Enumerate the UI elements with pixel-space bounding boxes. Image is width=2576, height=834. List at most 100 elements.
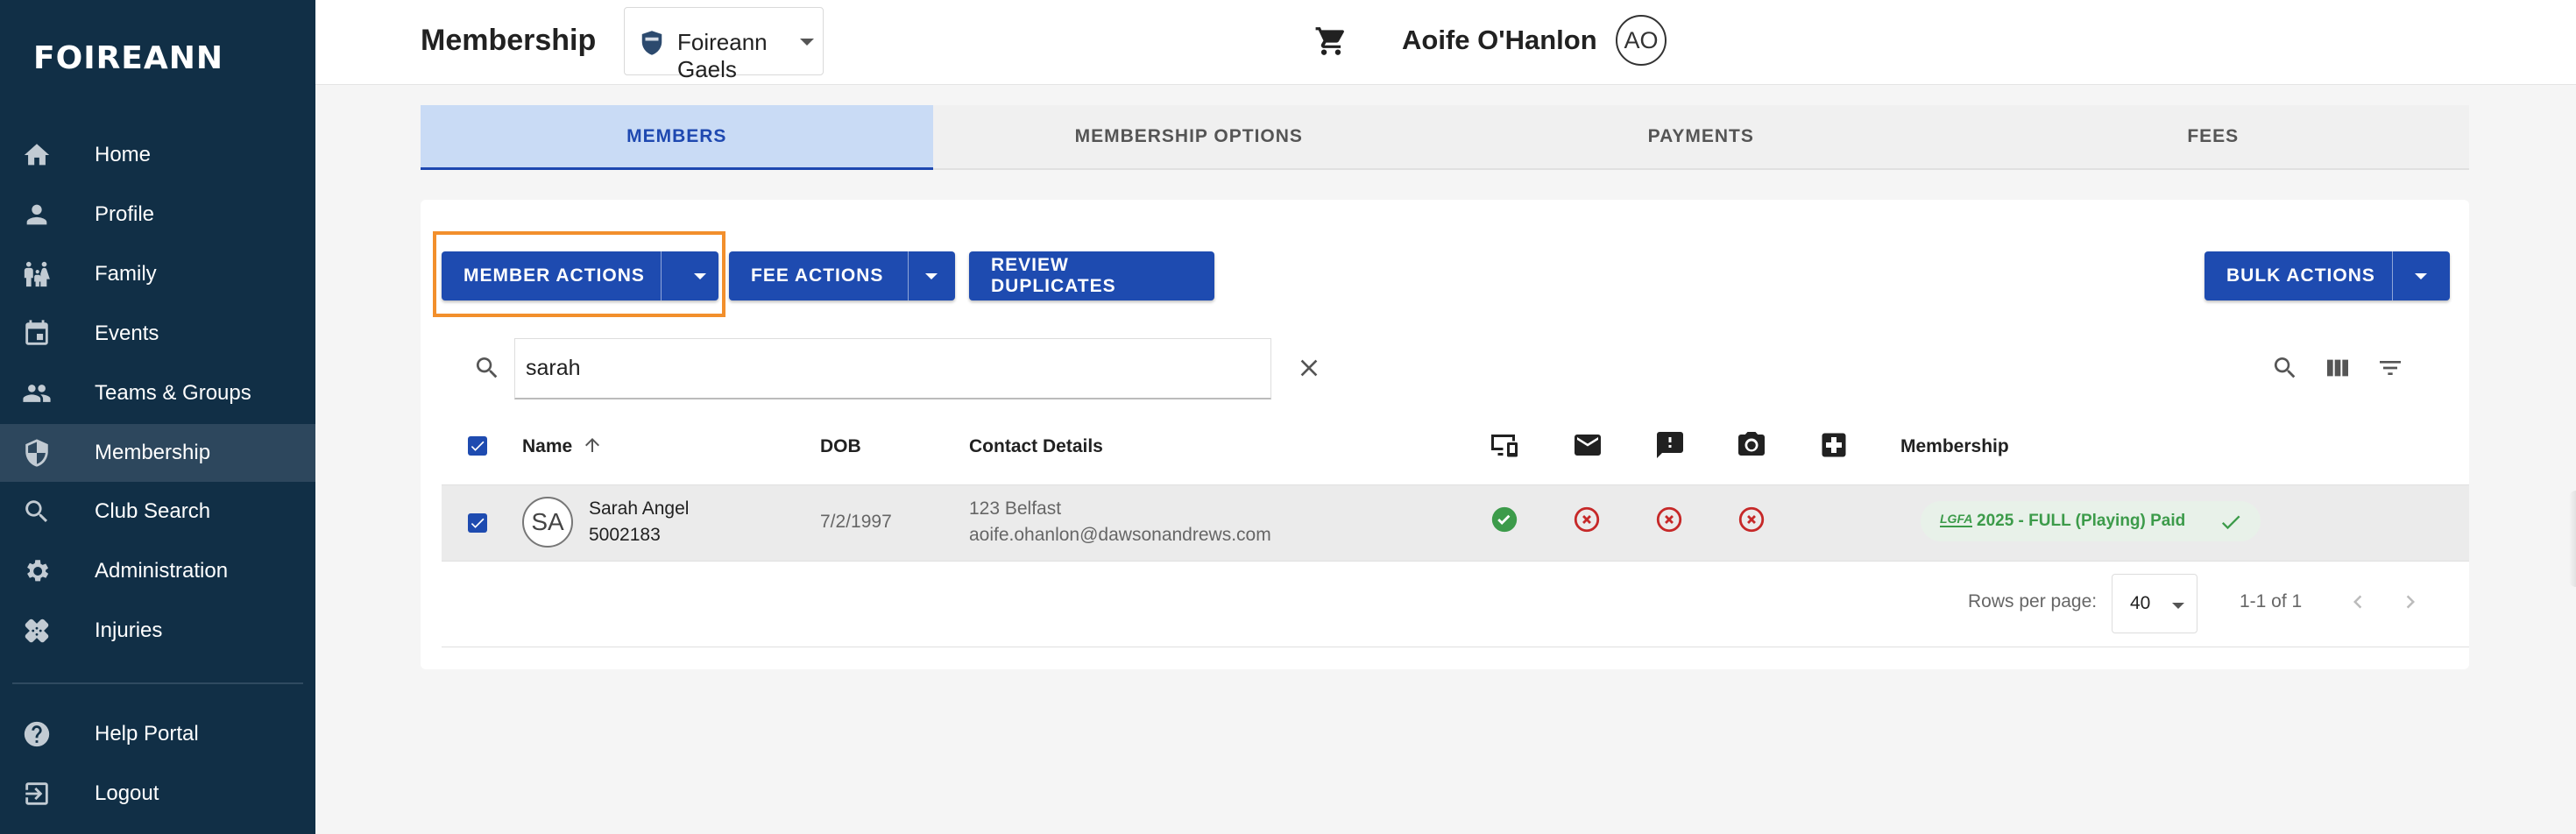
pagination-range: 1-1 of 1 [2240, 591, 2303, 611]
help-icon [21, 718, 53, 750]
chevron-right-icon[interactable] [2397, 589, 2424, 615]
rows-per-page-value: 40 [2130, 593, 2151, 613]
chevron-down-icon [800, 39, 814, 46]
member-email: aoife.ohanlon@dawsonandrews.com [969, 525, 1271, 545]
email-icon [1571, 429, 1604, 461]
sidebar-item-events[interactable]: Events [0, 305, 315, 363]
sidebar-item-club-search[interactable]: Club Search [0, 483, 315, 541]
review-duplicates-label: REVIEW DUPLICATES [991, 255, 1116, 296]
sidebar-item-profile[interactable]: Profile [0, 186, 315, 244]
sidebar-item-label: Profile [95, 202, 155, 226]
sidebar-item-logout[interactable]: Logout [0, 765, 315, 823]
sidebar-item-label: Events [95, 322, 159, 345]
sidebar-item-label: Club Search [95, 499, 211, 523]
top-header: Membership Foireann Gaels Aoife O'Hanlon… [315, 0, 2576, 85]
select-all-checkbox[interactable] [468, 436, 487, 456]
chevron-down-icon [2172, 603, 2184, 609]
medical-icon [1817, 429, 1851, 461]
cancel-circle-icon [1572, 505, 1602, 534]
calendar-icon [21, 318, 53, 350]
club-select[interactable]: Foireann Gaels [624, 7, 824, 82]
membership-tabs: MEMBERS MEMBERSHIP OPTIONS PAYMENTS FEES [421, 105, 2469, 170]
tab-payments[interactable]: PAYMENTS [1445, 105, 1957, 168]
sidebar-divider [12, 682, 303, 684]
sidebar-item-help-portal[interactable]: Help Portal [0, 705, 315, 763]
sidebar-item-label: Membership [95, 441, 211, 464]
sidebar-item-label: Help Portal [95, 722, 199, 746]
group-icon [21, 378, 53, 409]
family-icon [21, 258, 53, 290]
check-icon [2219, 510, 2243, 534]
cart-icon[interactable] [1314, 25, 1348, 58]
home-icon [21, 139, 53, 171]
bandage-icon [21, 615, 53, 647]
search-icon [473, 354, 503, 384]
check-circle-icon [1490, 505, 1519, 534]
column-header-contact[interactable]: Contact Details [969, 436, 1103, 457]
table-row[interactable]: SA Sarah Angel 5002183 7/2/1997 123 Belf… [442, 484, 2469, 562]
gear-icon [21, 555, 53, 587]
search-icon[interactable] [2271, 354, 2301, 384]
close-icon[interactable] [1295, 354, 1325, 384]
sidebar-item-teams-groups[interactable]: Teams & Groups [0, 364, 315, 422]
column-header-name[interactable]: Name [522, 436, 572, 457]
bulk-actions-button[interactable]: BULK ACTIONS [2204, 251, 2450, 300]
member-dob: 7/2/1997 [820, 512, 892, 532]
sidebar-item-label: Family [95, 262, 157, 286]
sidebar-item-home[interactable]: Home [0, 126, 315, 184]
page-title: Membership [421, 24, 597, 57]
user-name[interactable]: Aoife O'Hanlon [1402, 25, 1597, 56]
feedback-icon [1653, 429, 1687, 461]
tab-members[interactable]: MEMBERS [421, 105, 933, 170]
chevron-down-icon[interactable] [925, 273, 938, 279]
user-avatar[interactable]: AO [1616, 15, 1667, 66]
sidebar-item-label: Home [95, 143, 152, 166]
club-select-value: Foireann Gaels [677, 29, 768, 82]
fee-actions-label: FEE ACTIONS [751, 265, 884, 286]
sidebar-item-family[interactable]: Family [0, 245, 315, 303]
devices-icon [1488, 429, 1521, 461]
review-duplicates-button[interactable]: REVIEW DUPLICATES [969, 251, 1214, 300]
columns-icon[interactable] [2324, 354, 2353, 384]
filter-icon[interactable] [2376, 354, 2406, 384]
sort-arrow-up-icon[interactable] [582, 435, 603, 456]
button-divider [2392, 251, 2393, 300]
sidebar-item-administration[interactable]: Administration [0, 542, 315, 600]
members-card: MEMBER ACTIONS FEE ACTIONS REVIEW DUPLIC… [421, 200, 2469, 669]
sidebar: FOIREANN Home Profile Family Events Team… [0, 0, 315, 834]
column-header-membership[interactable]: Membership [1900, 436, 2009, 457]
button-divider [908, 251, 909, 300]
member-search-input[interactable] [514, 338, 1271, 399]
cancel-circle-icon [1654, 505, 1684, 534]
shield-icon [21, 437, 53, 469]
member-address: 123 Belfast [969, 498, 1062, 519]
highlight-box [433, 231, 725, 317]
chevron-left-icon[interactable] [2345, 589, 2371, 615]
chevron-down-icon[interactable] [2415, 273, 2427, 279]
membership-status-chip[interactable]: LGFA 2025 - FULL (Playing) Paid [1921, 501, 2261, 541]
club-crest-icon [641, 31, 662, 55]
tab-membership-options[interactable]: MEMBERSHIP OPTIONS [933, 105, 1446, 168]
person-icon [21, 199, 53, 230]
fee-actions-button[interactable]: FEE ACTIONS [729, 251, 955, 300]
scroll-edge [2569, 491, 2576, 587]
membership-status-label: 2025 - FULL (Playing) Paid [1977, 512, 2186, 530]
sidebar-item-label: Administration [95, 559, 229, 583]
sidebar-item-label: Injuries [95, 618, 163, 642]
tab-fees[interactable]: FEES [1957, 105, 2470, 168]
search-icon [21, 496, 53, 527]
brand-logo[interactable]: FOIREANN [33, 40, 223, 76]
row-checkbox[interactable] [468, 513, 487, 533]
lgfa-logo: LGFA [1940, 512, 1973, 527]
sidebar-item-label: Logout [95, 781, 159, 805]
rows-per-page-label: Rows per page: [1968, 591, 2098, 611]
cancel-circle-icon [1737, 505, 1766, 534]
avatar: SA [522, 497, 573, 548]
sidebar-item-membership[interactable]: Membership [0, 424, 315, 482]
column-header-dob[interactable]: DOB [820, 436, 861, 457]
sidebar-item-injuries[interactable]: Injuries [0, 602, 315, 660]
rows-per-page-select[interactable]: 40 [2112, 574, 2197, 633]
sidebar-item-label: Teams & Groups [95, 381, 251, 405]
logout-icon [21, 778, 53, 809]
camera-icon [1735, 429, 1768, 461]
